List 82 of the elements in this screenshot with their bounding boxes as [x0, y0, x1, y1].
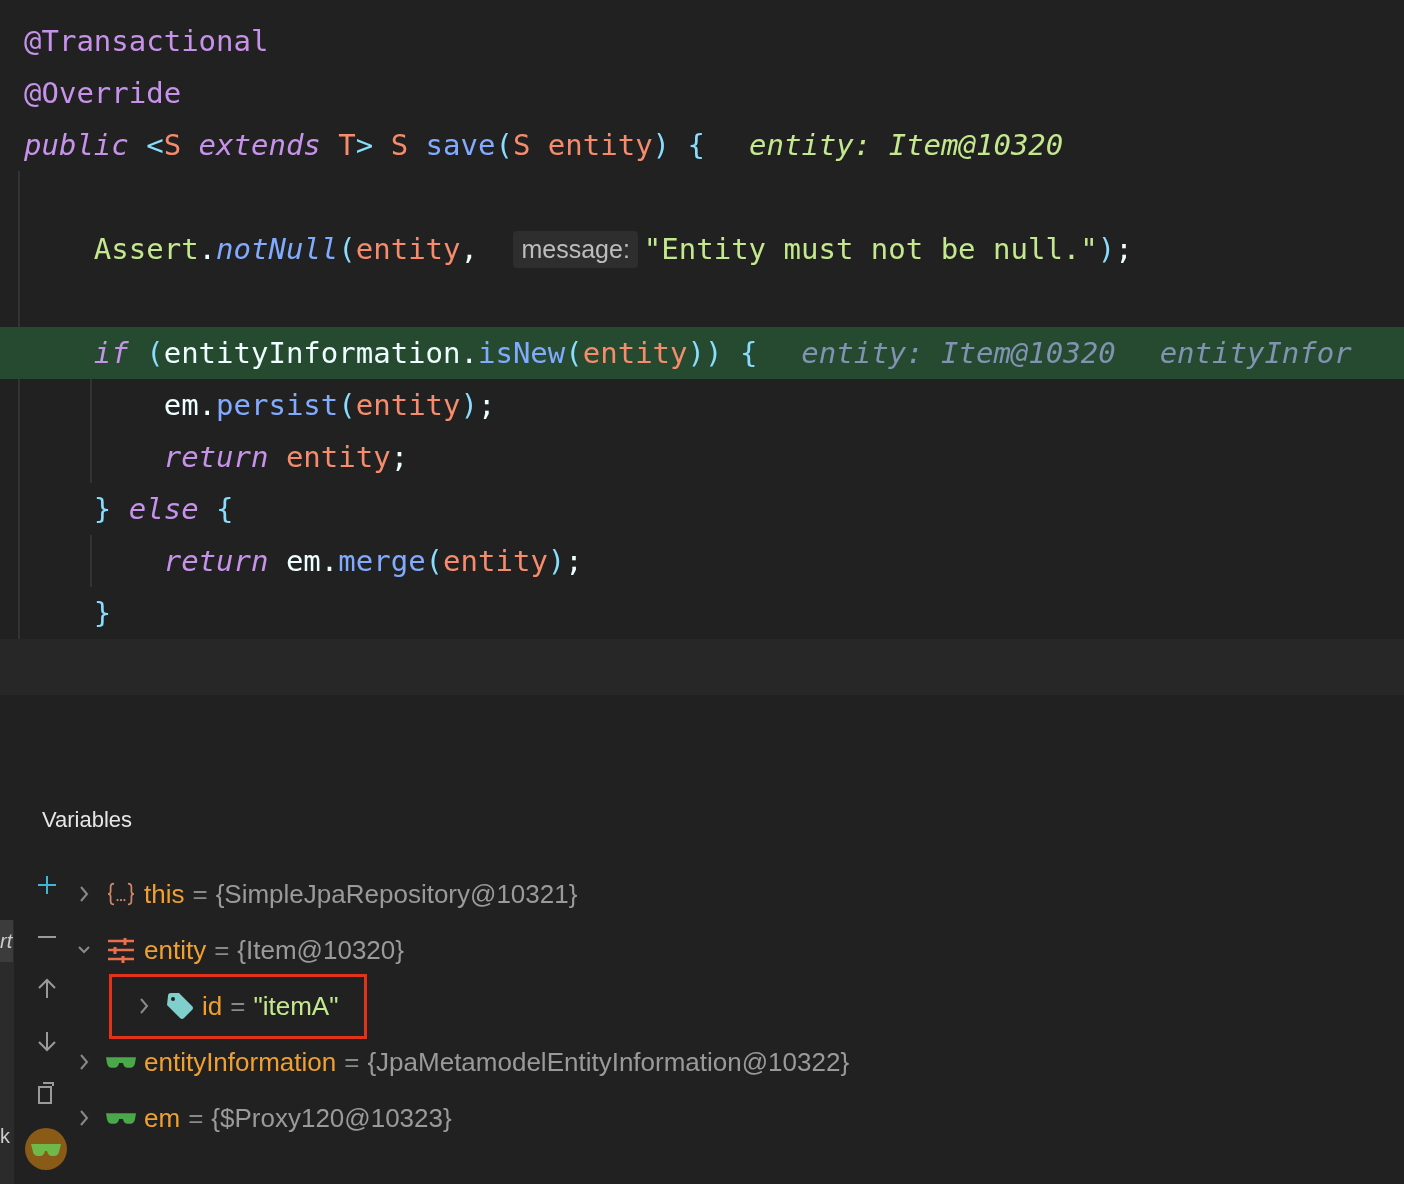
tab-label[interactable]: k [0, 1125, 10, 1148]
code-token: entityInformation. [163, 336, 478, 370]
add-icon[interactable] [35, 873, 59, 897]
code-token: ( [565, 336, 583, 370]
code-token: else [128, 492, 200, 526]
collapsed-chevron-icon[interactable] [78, 1108, 90, 1128]
code-token: em. [285, 544, 339, 578]
code-token: Assert [92, 232, 199, 266]
code-token: isNew [477, 336, 566, 370]
code-token: ( [495, 128, 513, 162]
code-token: @Override [24, 76, 182, 110]
code-token: ; [1115, 232, 1133, 266]
down-arrow-icon[interactable] [35, 1029, 59, 1053]
code-token: { [216, 492, 234, 526]
code-token: S [390, 128, 410, 162]
code-token: ( [338, 232, 356, 266]
variable-name: entityInformation [144, 1046, 337, 1078]
inline-value-hint: entityInfor [1159, 336, 1352, 370]
code-token: save [425, 128, 496, 162]
tag-icon [166, 992, 194, 1020]
variable-value: {Item@10320} [237, 934, 404, 966]
equals-sign: = [230, 990, 246, 1022]
code-token: ( [425, 544, 444, 578]
code-token: return [162, 544, 270, 578]
code-token: ) [1097, 232, 1116, 266]
collapsed-chevron-icon[interactable] [78, 884, 90, 904]
equals-sign: = [344, 1046, 360, 1078]
glasses-avatar-icon[interactable] [24, 1127, 68, 1171]
code-token: ; [390, 440, 409, 474]
code-token: . [198, 232, 217, 266]
code-token: entity [582, 336, 688, 370]
code-token: ) { [652, 128, 705, 162]
equals-sign: = [214, 934, 230, 966]
sliders-icon [106, 937, 136, 963]
code-token: ( [146, 336, 164, 370]
braces-icon [106, 881, 136, 907]
equals-sign: = [188, 1102, 204, 1134]
code-token: entity [355, 388, 461, 422]
code-token: entity [285, 440, 391, 474]
tab-label[interactable]: rt [0, 920, 14, 962]
variable-value: {SimpleJpaRepository@10321} [215, 878, 578, 910]
inline-value-hint: entity: Item@10320 [749, 128, 1064, 162]
panel-title: Variables [42, 807, 133, 833]
code-token: ) [460, 388, 478, 422]
code-token: ; [565, 544, 583, 578]
code-token: )) { [687, 336, 758, 370]
code-token: notNull [216, 232, 339, 266]
variable-name: em [144, 1102, 181, 1134]
code-token: S [512, 128, 532, 162]
code-token: entity [547, 128, 653, 162]
code-token: entity [443, 544, 548, 578]
code-token: S [163, 128, 183, 162]
code-token: ) [547, 544, 566, 578]
code-token: } [92, 596, 112, 630]
code-token: persist [216, 388, 339, 422]
equals-sign: = [192, 878, 208, 910]
code-token: > [355, 128, 375, 162]
code-token: return [162, 440, 270, 474]
code-token: ( [338, 388, 356, 422]
code-token: } [92, 492, 113, 526]
collapsed-chevron-icon[interactable] [78, 1052, 90, 1072]
code-token: entity [355, 232, 461, 266]
code-token: em. [162, 388, 217, 422]
variable-value: {$Proxy120@10323} [211, 1102, 452, 1134]
parameter-hint: message: [513, 230, 638, 268]
code-token: public [24, 128, 130, 162]
code-token: "Entity must not be null." [643, 232, 1098, 266]
variable-value: "itemA" [253, 990, 339, 1022]
code-token: , [460, 232, 479, 266]
variable-name: id [202, 990, 223, 1022]
variable-name: this [144, 878, 185, 910]
code-token: if [92, 336, 130, 370]
code-token: @Transactional [24, 24, 269, 58]
variable-value: {JpaMetamodelEntityInformation@10322} [367, 1046, 850, 1078]
collapsed-chevron-icon[interactable] [138, 996, 150, 1016]
variable-name: entity [144, 934, 207, 966]
code-token: merge [338, 544, 426, 578]
code-token: T [338, 128, 356, 162]
code-token: extends [198, 128, 322, 162]
code-token: ; [478, 388, 496, 422]
code-token: < [146, 128, 164, 162]
inline-value-hint: entity: Item@10320 [801, 336, 1116, 370]
